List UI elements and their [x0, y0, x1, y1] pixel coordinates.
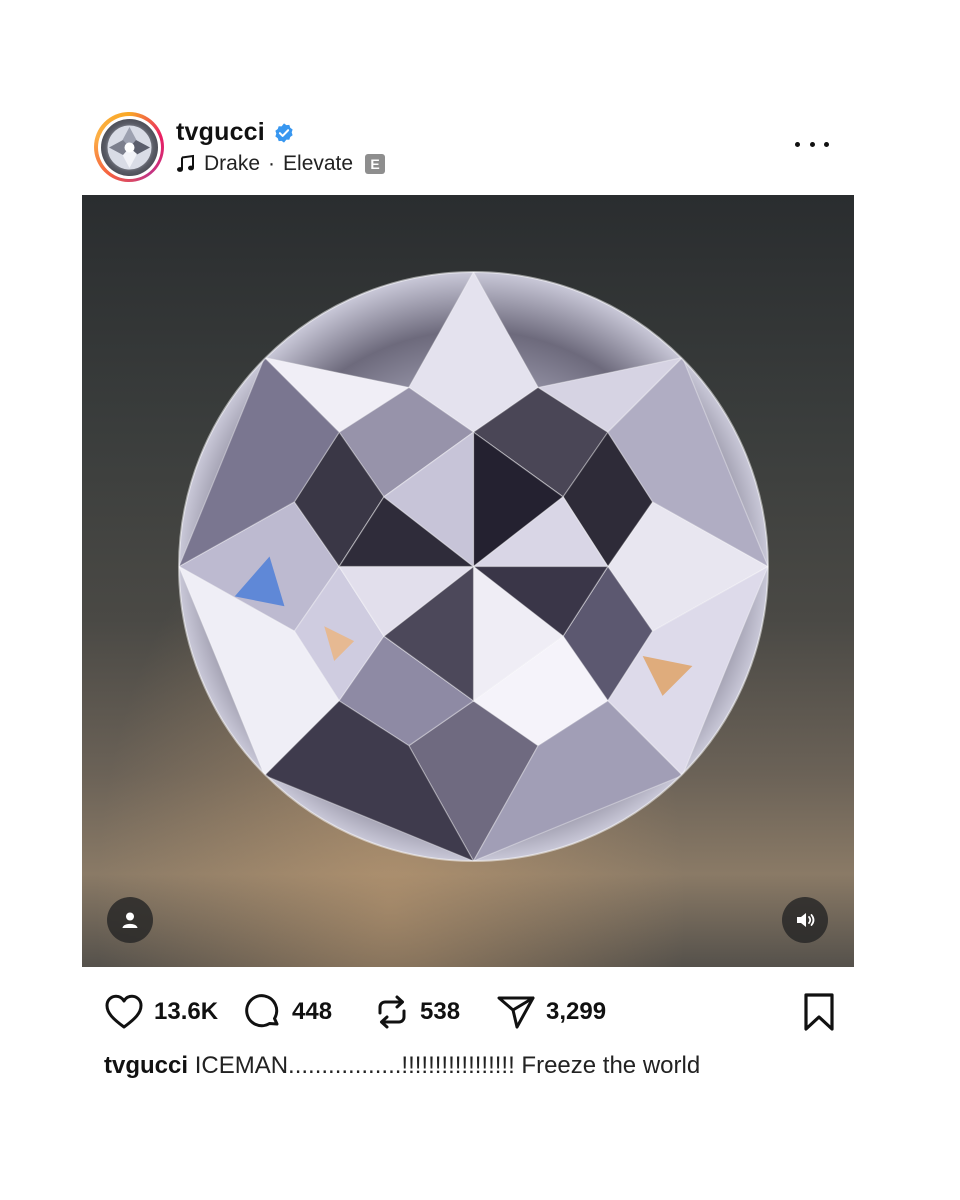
- music-note-icon: [177, 154, 194, 172]
- username[interactable]: tvgucci: [176, 118, 265, 147]
- comment-button[interactable]: 448: [244, 992, 332, 1032]
- comment-icon: [245, 994, 279, 1028]
- speaker-icon: [797, 913, 815, 927]
- mute-button[interactable]: [782, 897, 828, 943]
- more-dot-icon: [824, 141, 829, 147]
- explicit-badge: E: [365, 154, 386, 174]
- verified-badge-icon: [275, 122, 293, 143]
- music-track: Elevate: [283, 152, 354, 175]
- post-header: tvgucci Drake · Elevate E: [94, 112, 839, 186]
- bookmark-icon: [804, 993, 834, 1031]
- repost-icon: [378, 995, 406, 1029]
- music-separator: ·: [268, 152, 276, 175]
- more-options-button[interactable]: [795, 134, 829, 154]
- heart-icon: [105, 994, 143, 1029]
- like-button[interactable]: 13.6K: [104, 992, 218, 1032]
- username-row: tvgucci: [176, 118, 295, 147]
- user-tag-icon: [122, 912, 138, 928]
- user-tag-button[interactable]: [107, 897, 153, 943]
- action-bar: 13.6K 448 538 3,299: [104, 992, 836, 1032]
- diamond-image: [175, 268, 772, 865]
- repost-button[interactable]: 538: [374, 992, 460, 1032]
- repost-count: 538: [420, 998, 461, 1025]
- share-button[interactable]: 3,299: [496, 992, 606, 1032]
- caption-username[interactable]: tvgucci: [104, 1052, 188, 1079]
- comment-count: 448: [292, 998, 333, 1025]
- save-button[interactable]: [802, 992, 836, 1037]
- music-artist: Drake: [204, 152, 261, 175]
- avatar[interactable]: [94, 112, 164, 182]
- send-icon: [497, 996, 535, 1029]
- share-count: 3,299: [546, 998, 607, 1025]
- more-dot-icon: [809, 141, 815, 147]
- post-media[interactable]: [82, 195, 854, 967]
- music-row[interactable]: Drake · Elevate E: [176, 152, 386, 176]
- post-caption: tvgucci ICEMAN.................!!!!!!!!!…: [104, 1052, 700, 1080]
- avatar-border: [97, 115, 161, 179]
- more-dot-icon: [795, 141, 800, 147]
- avatar-image: [100, 118, 158, 176]
- caption-text: ICEMAN.................!!!!!!!!!!!!!!!!!…: [194, 1052, 701, 1079]
- like-count: 13.6K: [154, 998, 219, 1025]
